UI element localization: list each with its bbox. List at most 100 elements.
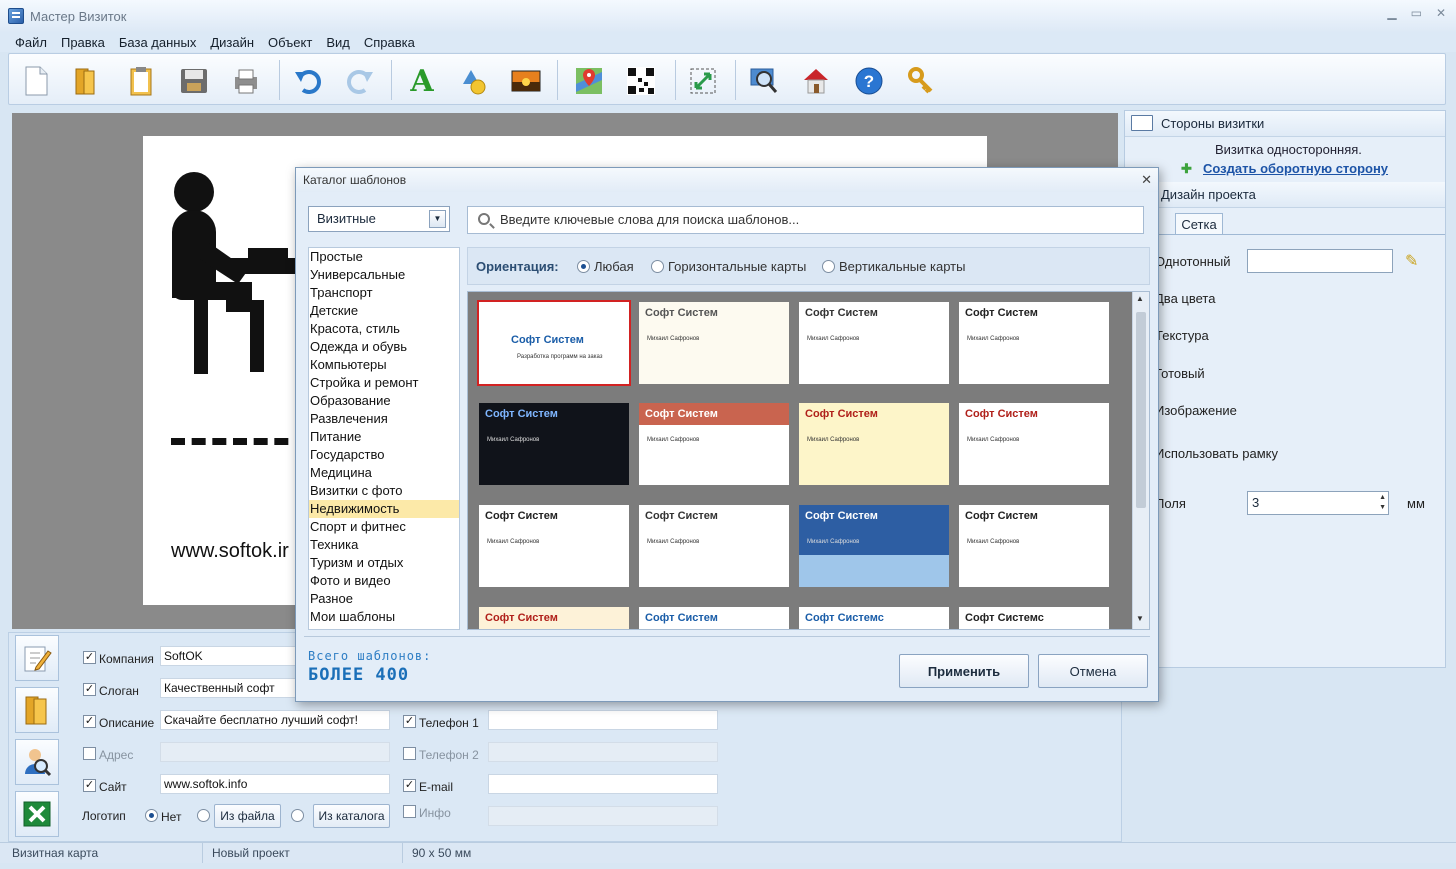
template-thumbnail[interactable]: Софт Систем Разработка программ на заказ <box>477 300 631 386</box>
category-item[interactable]: Мои шаблоны <box>309 608 459 626</box>
scroll-thumb[interactable] <box>1136 312 1146 508</box>
category-item[interactable]: Техника <box>309 536 459 554</box>
menu-help[interactable]: Справка <box>364 35 415 50</box>
create-back-side-link[interactable]: ✚ Создать оборотную сторону <box>1125 161 1445 176</box>
template-thumbnail[interactable]: Софт Систем Михаил Сафронов <box>639 302 789 384</box>
category-item[interactable]: Простые <box>309 248 459 266</box>
menu-design[interactable]: Дизайн <box>210 35 254 50</box>
key-icon[interactable] <box>904 64 938 98</box>
close-window-icon[interactable]: ✕ <box>1436 6 1446 20</box>
logo-file-radio[interactable] <box>197 809 210 822</box>
template-thumbnail[interactable]: Софт Систем <box>639 607 789 629</box>
category-item[interactable]: Компьютеры <box>309 356 459 374</box>
phone1-checkbox[interactable]: ✓ <box>403 715 416 728</box>
phone2-input[interactable] <box>488 742 718 762</box>
use-frame-option[interactable]: Использовать рамку <box>1155 446 1278 461</box>
category-item[interactable]: Медицина <box>309 464 459 482</box>
logo-catalog-button[interactable]: Из каталога <box>313 804 390 828</box>
info-checkbox[interactable] <box>403 805 416 818</box>
scroll-up-icon[interactable]: ▲ <box>1136 294 1144 303</box>
card-type-select[interactable]: Визитные ▼ <box>308 206 450 232</box>
open-project-button[interactable] <box>15 687 59 733</box>
category-item[interactable]: Недвижимость <box>309 500 459 518</box>
category-item[interactable]: Детские <box>309 302 459 320</box>
tab-grid[interactable]: Сетка <box>1175 213 1223 235</box>
phone1-input[interactable] <box>488 710 718 730</box>
template-thumbnail[interactable]: Софт Систем Михаил Сафронов <box>799 403 949 485</box>
category-item[interactable]: Одежда и обувь <box>309 338 459 356</box>
two-colors-option[interactable]: Два цвета <box>1155 291 1215 306</box>
template-thumbnail[interactable]: Софт Систем Михаил Сафронов <box>799 505 949 587</box>
zoom-icon[interactable] <box>747 64 781 98</box>
phone2-checkbox[interactable] <box>403 747 416 760</box>
address-checkbox[interactable] <box>83 747 96 760</box>
minimize-icon[interactable]: ▁ <box>1387 6 1396 20</box>
category-item[interactable]: Красота, стиль <box>309 320 459 338</box>
redo-icon[interactable] <box>343 64 377 98</box>
template-thumbnail[interactable]: Софт Систем Михаил Сафронов <box>479 403 629 485</box>
menu-database[interactable]: База данных <box>119 35 196 50</box>
category-item[interactable]: Государство <box>309 446 459 464</box>
category-item[interactable]: Образование <box>309 392 459 410</box>
template-thumbnail[interactable]: Софт Системс <box>959 607 1109 629</box>
gallery-scrollbar[interactable]: ▲ ▼ <box>1132 292 1149 629</box>
template-thumbnail[interactable]: Софт Систем Михаил Сафронов <box>479 505 629 587</box>
template-thumbnail[interactable]: Софт Систем Михаил Сафронов <box>959 505 1109 587</box>
template-thumbnail[interactable]: Софт Систем Михаил Сафронов <box>959 302 1109 384</box>
undo-icon[interactable] <box>291 64 325 98</box>
help-icon[interactable]: ? <box>852 64 886 98</box>
company-checkbox[interactable]: ✓ <box>83 651 96 664</box>
image-icon[interactable] <box>509 64 543 98</box>
logo-none-radio[interactable] <box>145 809 158 822</box>
template-thumbnail[interactable]: Софт Системс <box>799 607 949 629</box>
category-item[interactable]: Развлечения <box>309 410 459 428</box>
map-icon[interactable] <box>572 64 606 98</box>
email-checkbox[interactable]: ✓ <box>403 779 416 792</box>
fit-icon[interactable] <box>686 64 720 98</box>
ready-option[interactable]: Готовый <box>1155 366 1205 381</box>
text-icon[interactable]: A <box>405 64 439 99</box>
dialog-close-icon[interactable]: ✕ <box>1141 168 1152 192</box>
edit-text-button[interactable] <box>15 635 59 681</box>
cancel-button[interactable]: Отмена <box>1038 654 1148 688</box>
design-header[interactable]: Дизайн проекта <box>1125 182 1445 208</box>
slogan-checkbox[interactable]: ✓ <box>83 683 96 696</box>
menu-edit[interactable]: Правка <box>61 35 105 50</box>
orientation-horizontal-radio[interactable] <box>651 260 664 273</box>
orientation-any-label[interactable]: Любая <box>594 259 634 274</box>
orientation-any-radio[interactable] <box>577 260 590 273</box>
menu-file[interactable]: Файл <box>15 35 47 50</box>
template-search-input[interactable]: Введите ключевые слова для поиска шаблон… <box>467 206 1144 234</box>
template-thumbnail[interactable]: Софт Систем Михаил Сафронов <box>639 505 789 587</box>
logo-file-button[interactable]: Из файла <box>214 804 281 828</box>
address-input[interactable] <box>160 742 390 762</box>
logo-catalog-radio[interactable] <box>291 809 304 822</box>
solid-color-option[interactable]: Однотонный <box>1155 254 1231 269</box>
template-thumbnail[interactable]: Софт Систем <box>479 607 629 629</box>
print-icon[interactable] <box>229 64 263 98</box>
orientation-horizontal-label[interactable]: Горизонтальные карты <box>668 259 806 274</box>
image-option[interactable]: Изображение <box>1155 403 1237 418</box>
shapes-icon[interactable] <box>457 64 491 98</box>
apply-button[interactable]: Применить <box>899 654 1029 688</box>
sides-header[interactable]: Стороны визитки <box>1125 111 1445 137</box>
eyedropper-icon[interactable]: ✎ <box>1405 251 1418 271</box>
home-icon[interactable] <box>799 64 833 98</box>
category-item[interactable]: Визитки с фото <box>309 482 459 500</box>
menu-object[interactable]: Объект <box>268 35 312 50</box>
description-input[interactable]: Скачайте бесплатно лучший софт! <box>160 710 390 730</box>
template-thumbnail[interactable]: Софт Систем Михаил Сафронов <box>799 302 949 384</box>
margins-stepper[interactable]: 3 ▲ ▼ <box>1247 491 1389 515</box>
excel-import-button[interactable] <box>15 791 59 837</box>
info-input[interactable] <box>488 806 718 826</box>
open-folder-icon[interactable] <box>69 64 103 98</box>
category-item[interactable]: Фото и видео <box>309 572 459 590</box>
site-input[interactable]: www.softok.info <box>160 774 390 794</box>
qr-code-icon[interactable] <box>624 64 658 98</box>
email-input[interactable] <box>488 774 718 794</box>
new-file-icon[interactable] <box>19 64 53 98</box>
orientation-vertical-label[interactable]: Вертикальные карты <box>839 259 965 274</box>
orientation-vertical-radio[interactable] <box>822 260 835 273</box>
category-item[interactable]: Питание <box>309 428 459 446</box>
description-checkbox[interactable]: ✓ <box>83 715 96 728</box>
